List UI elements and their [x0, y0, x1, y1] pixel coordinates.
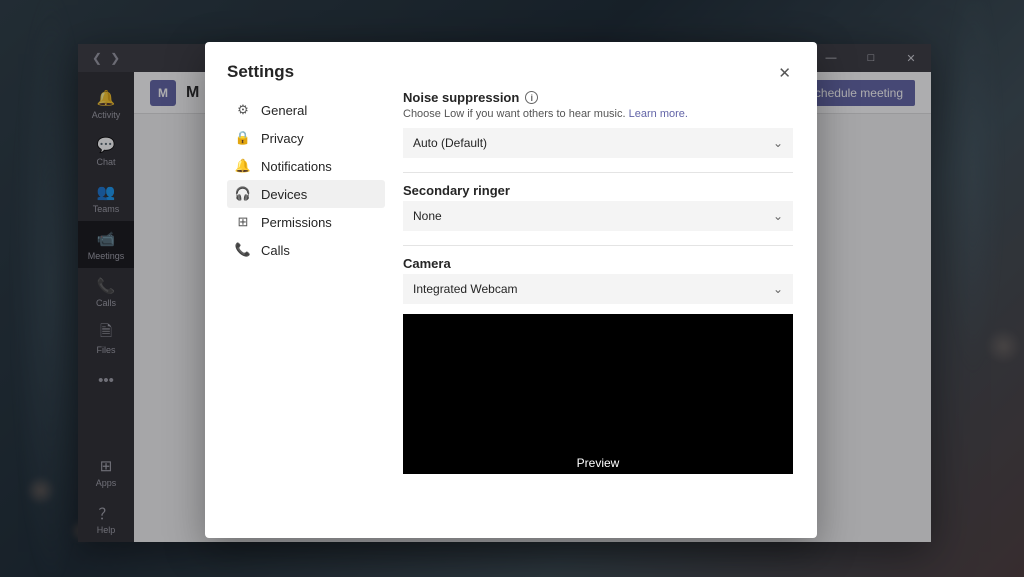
camera-preview: Preview [403, 314, 793, 474]
noise-desc-text: Choose Low if you want others to hear mu… [403, 108, 626, 120]
settings-nav-general[interactable]: ⚙ General [227, 96, 385, 124]
settings-modal: Settings ✕ ⚙ General 🔒 Privacy 🔔 Notific… [205, 42, 817, 538]
secondary-ringer-section: Secondary ringer None ⌄ [403, 183, 793, 246]
noise-suppression-select[interactable]: Auto (Default) ⌄ [403, 128, 793, 158]
camera-select[interactable]: Integrated Webcam ⌄ [403, 274, 793, 304]
settings-content: Noise suppression i Choose Low if you wa… [385, 90, 817, 524]
settings-close-button[interactable]: ✕ [774, 62, 795, 84]
nav-label: Permissions [261, 215, 332, 230]
gear-icon: ⚙ [235, 102, 251, 118]
settings-nav-calls[interactable]: 📞 Calls [227, 236, 385, 264]
nav-label: General [261, 103, 307, 118]
nav-label: Privacy [261, 131, 304, 146]
lock-icon: 🔒 [235, 130, 251, 146]
chevron-down-icon: ⌄ [773, 282, 783, 296]
camera-section: Camera Integrated Webcam ⌄ Preview [403, 256, 793, 488]
bell-icon: 🔔 [235, 158, 251, 174]
noise-title: Noise suppression [403, 90, 519, 105]
camera-title: Camera [403, 256, 451, 271]
settings-title: Settings [227, 62, 294, 82]
noise-desc: Choose Low if you want others to hear mu… [403, 108, 793, 120]
settings-nav-notifications[interactable]: 🔔 Notifications [227, 152, 385, 180]
preview-label: Preview [577, 456, 620, 470]
nav-label: Notifications [261, 159, 332, 174]
settings-nav-privacy[interactable]: 🔒 Privacy [227, 124, 385, 152]
select-value: Integrated Webcam [413, 282, 518, 296]
headset-icon: 🎧 [235, 186, 251, 202]
secondary-ringer-select[interactable]: None ⌄ [403, 201, 793, 231]
settings-nav: ⚙ General 🔒 Privacy 🔔 Notifications 🎧 De… [227, 90, 385, 524]
noise-suppression-section: Noise suppression i Choose Low if you wa… [403, 90, 793, 173]
grid-icon: ⊞ [235, 214, 251, 230]
chevron-down-icon: ⌄ [773, 209, 783, 223]
phone-icon: 📞 [235, 242, 251, 258]
chevron-down-icon: ⌄ [773, 136, 783, 150]
nav-label: Calls [261, 243, 290, 258]
learn-more-link[interactable]: Learn more. [629, 108, 688, 120]
select-value: Auto (Default) [413, 136, 487, 150]
select-value: None [413, 209, 442, 223]
settings-nav-devices[interactable]: 🎧 Devices [227, 180, 385, 208]
settings-nav-permissions[interactable]: ⊞ Permissions [227, 208, 385, 236]
info-icon[interactable]: i [525, 91, 538, 104]
nav-label: Devices [261, 187, 307, 202]
ringer-title: Secondary ringer [403, 183, 510, 198]
